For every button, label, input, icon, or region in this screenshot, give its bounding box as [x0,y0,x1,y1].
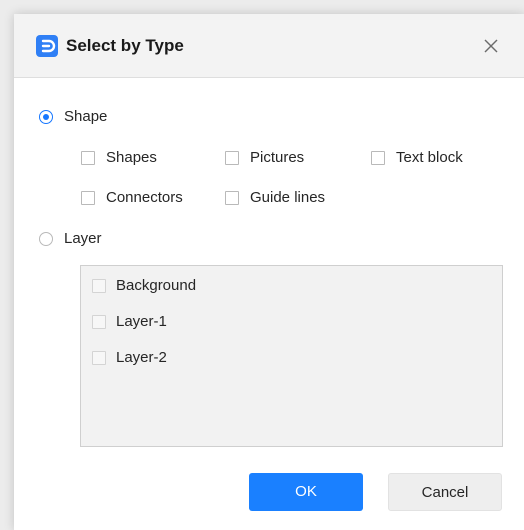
layer-radio[interactable] [39,232,53,246]
guide-lines-checkbox[interactable] [225,191,239,205]
shapes-checkbox[interactable] [81,151,95,165]
connectors-checkbox-label[interactable]: Connectors [106,189,183,207]
cancel-button[interactable]: Cancel [388,473,502,511]
layer-label-background[interactable]: Background [116,277,196,295]
layer-checkbox-layer-2[interactable] [92,351,106,365]
shapes-checkbox-label[interactable]: Shapes [106,149,157,167]
guide-lines-checkbox-label[interactable]: Guide lines [250,189,325,207]
layer-checkbox-layer-1[interactable] [92,315,106,329]
pictures-checkbox-label[interactable]: Pictures [250,149,304,167]
close-icon[interactable] [480,35,502,57]
layer-radio-label[interactable]: Layer [64,230,102,248]
dialog-titlebar: Select by Type [14,14,524,78]
layer-list[interactable]: Background Layer-1 Layer-2 [80,265,503,447]
select-by-type-dialog: Select by Type Shape Shapes Pictures Tex… [14,14,524,530]
text-block-checkbox-label[interactable]: Text block [396,149,463,167]
dialog-title: Select by Type [66,36,184,55]
layer-checkbox-background[interactable] [92,279,106,293]
text-block-checkbox[interactable] [371,151,385,165]
shape-radio[interactable] [39,110,53,124]
ok-button[interactable]: OK [249,473,363,511]
layer-label-layer-1[interactable]: Layer-1 [116,313,167,331]
app-logo-icon [36,35,58,57]
layer-label-layer-2[interactable]: Layer-2 [116,349,167,367]
shape-radio-label[interactable]: Shape [64,108,107,126]
connectors-checkbox[interactable] [81,191,95,205]
pictures-checkbox[interactable] [225,151,239,165]
